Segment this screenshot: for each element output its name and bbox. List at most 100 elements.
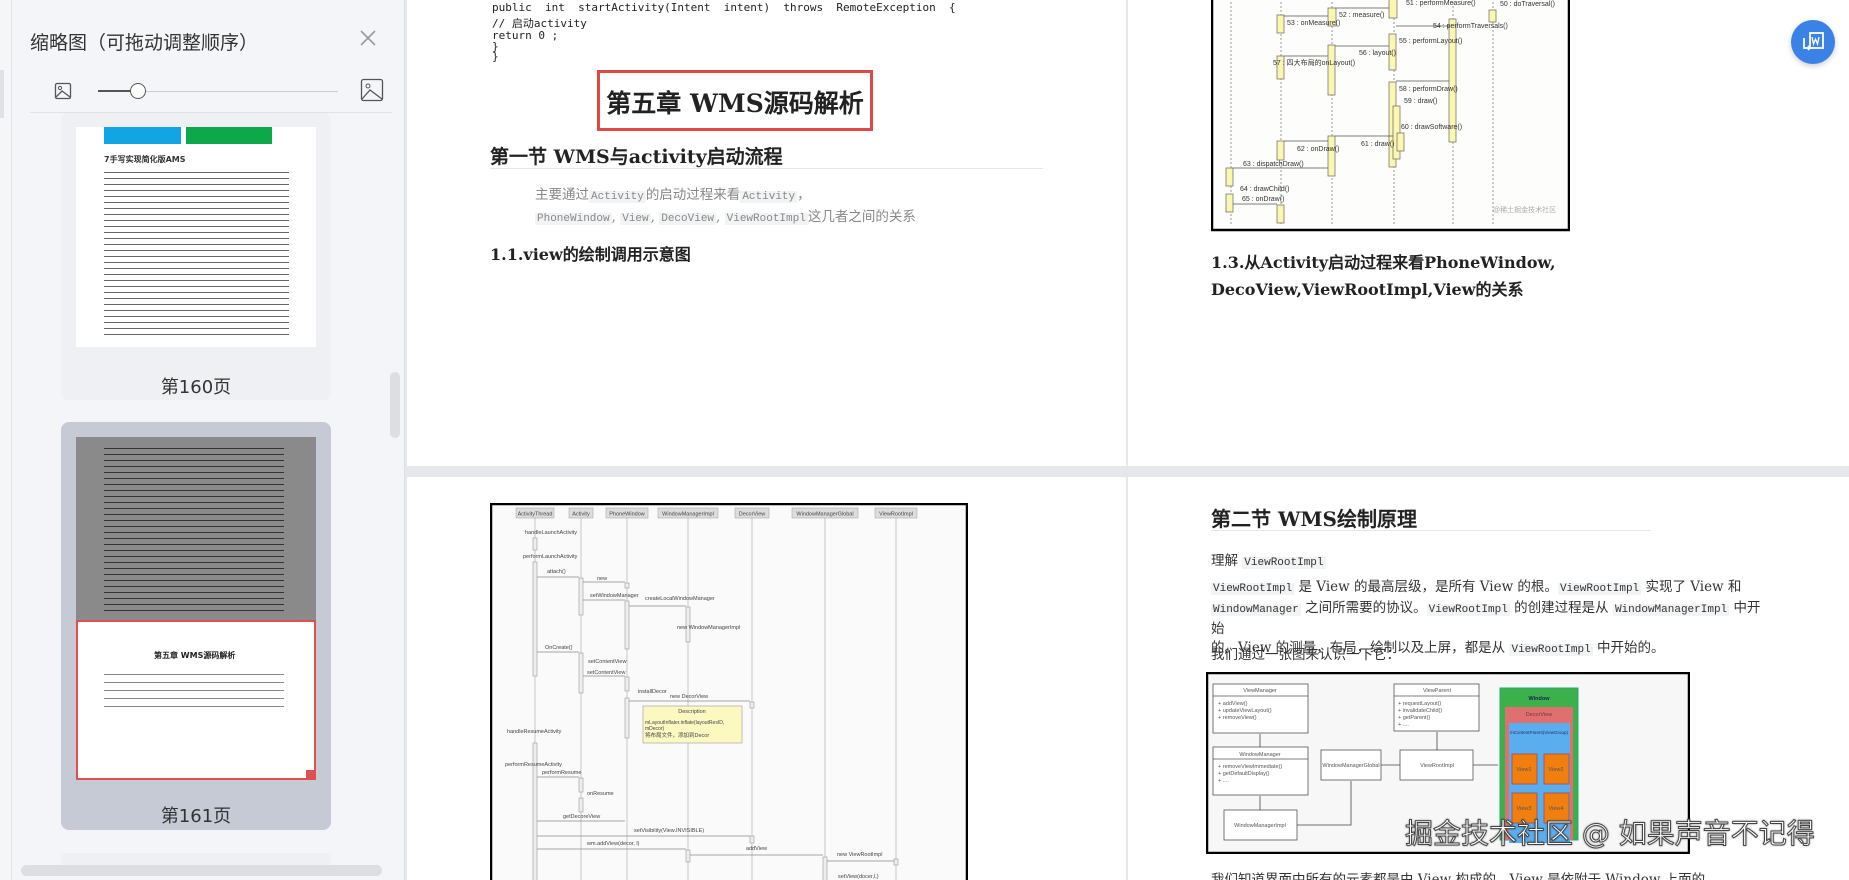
message-label: installDecor [638,689,667,695]
message-label: handleLaunchActivity [525,530,577,536]
lifeline-label: ViewRootImpl [879,512,913,518]
panel-tab-indicator[interactable] [0,70,4,118]
message-label: new ViewRootImpl [837,852,882,858]
diagram-text: Description [678,709,706,715]
diagram-label: 54 : performTraversals() [1433,23,1508,30]
lifeline-label: ActivityThread [518,512,553,518]
message-label: new [597,576,607,582]
code-line: return 0 ; [492,29,559,42]
message-label: setContentView [588,659,626,665]
thumbnail-sidebar: 缩略图（可拖动调整顺序） 7手写实现简化版AMS 第160页 第五章 WMS源码… [12,0,405,880]
code-line: } [492,50,499,63]
diagram-text: mDecor) [645,726,665,732]
diagram-label: 61 : draw() [1361,141,1394,148]
code-line: public int startActivity(Intent intent) … [492,1,956,14]
thumbnail-page-160[interactable]: 7手写实现简化版AMS 第160页 [61,113,331,400]
sidebar-vertical-scrollbar[interactable] [390,372,400,438]
diagram-text: + updateViewLayout() [1218,708,1272,714]
diagram-text: mContentParent(ViewGroup) [1510,730,1568,735]
thumbnail-heading: 第五章 WMS源码解析 [154,651,236,660]
diagram-text: + addView() [1218,701,1248,707]
lifeline-label: WindowManagerImpl [662,512,714,518]
diagram-label: 55 : performLayout() [1399,38,1462,45]
message-label: new DecorView [670,694,708,700]
diagram-text: View1 [1517,767,1532,773]
convert-to-word-button[interactable] [1791,20,1835,64]
thumbnail-image: 7手写实现简化版AMS [76,127,316,347]
message-label: addView [746,846,767,852]
resize-handle[interactable] [306,770,316,780]
diagram-label: 60 : drawSoftware() [1401,124,1462,131]
section-title: 第一节 WMS与activity启动流程 [490,146,783,168]
document-page-161-left: public int startActivity(Intent intent) … [407,0,1126,466]
sidebar-title: 缩略图（可拖动调整顺序） [30,32,259,54]
diagram-label: 59 : draw() [1404,98,1437,105]
thumbnail-label: 第160页 [160,377,232,398]
word-convert-icon [1803,32,1824,51]
message-label: wm.addView(decor, l) [586,841,640,847]
message-label: setWindowManager [590,593,639,599]
heading-underline [490,168,1043,169]
document-page-162-left: ActivityThread Activity PhoneWindow Wind… [407,477,1126,880]
diagram-text: WindowManager [1239,752,1280,758]
diagram-text: ViewManager [1243,688,1277,694]
diagram-text: WindowManagerGlobal [1322,763,1379,769]
message-label: performResume [542,770,581,776]
small-image-icon[interactable] [54,82,72,100]
diagram-text: ViewParent [1423,688,1451,694]
thumbnail-page-161-selected[interactable]: 第五章 WMS源码解析 第161页 [61,422,331,830]
large-image-icon[interactable] [360,78,384,102]
subsection-title: 1.1.view的绘制调用示意图 [490,245,691,264]
diagram-label: 57 : 四大布局的onLayout() [1273,58,1355,67]
diagram-text: ViewRootImpl [1420,763,1454,769]
section-title: 第二节 WMS绘制原理 [1211,507,1418,531]
diagram-text: + getParent() [1398,715,1430,721]
diagram-text: WindowManagerImpl [1234,823,1286,829]
diagram-text: + .... [1218,778,1229,784]
diagram-text: View2 [1549,767,1564,773]
lifeline-label: WindowManagerGlobal [796,512,853,518]
message-label: createLocalWindowManager [645,596,715,602]
message-label: setContentView [587,670,625,676]
lifeline-label: PhoneWindow [609,512,644,518]
understand-line: 理解 ViewRootImpl [1211,553,1326,569]
lifeline-label: DecorView [739,512,766,518]
diagram-text: 将布局文件，添加到Decor [645,731,709,739]
message-label: handleResumeActivity [507,729,562,735]
diagram-text: + getDefaultDisplay() [1218,771,1270,777]
diagram-text: + removeView() [1218,715,1257,721]
diagram-label: 58 : performDraw() [1399,86,1458,93]
watermark-text: 掘金技术社区 @ 如果声音不记得 [1405,817,1816,851]
description-note: Description mLayoutInflater.inflate(layo… [642,705,743,744]
thumbnail-size-slider-row [30,76,390,106]
lifeline-label: Activity [572,512,590,518]
document-page-right: 51 : performMeasure() 52 : measure() 53 … [1128,0,1849,466]
message-label: setVisibility(View.INVISIBLE) [634,828,704,834]
close-icon[interactable] [356,26,380,50]
chapter-title: 第五章 WMS源码解析 [606,89,864,118]
thumbnail-label: 第161页 [160,806,232,827]
paragraph: 我们知道界面中所有的元素都是由 View 构成的，View 是依附于 Windo… [1211,872,1719,880]
diagram-text: Window [1528,696,1550,702]
diagram-text: DecorView [1526,712,1553,718]
message-label: setView(docer,l,) [838,874,879,880]
thumbnail-image: 第五章 WMS源码解析 [76,437,316,780]
diagram-label: 63 : dispatchDraw() [1243,161,1304,168]
visible-region-frame[interactable]: 第五章 WMS源码解析 [76,620,316,780]
diagram-label: 51 : performMeasure() [1406,0,1476,7]
activity-launch-sequence-diagram: ActivityThread Activity PhoneWindow Wind… [490,503,968,880]
diagram-text: + removeViewImmediate() [1218,764,1282,770]
message-label: performLaunchActivity [523,554,578,560]
diagram-watermark: @稀土掘金技术社区 [1493,205,1556,214]
diagram-text: + requestLayout() [1398,701,1441,707]
thumbnail-next-partial[interactable] [61,853,331,865]
message-label: getDecoreView [563,814,600,820]
slider-knob[interactable] [130,83,146,99]
message-label: attach() [547,569,566,575]
sidebar-horizontal-scrollbar[interactable] [21,865,382,876]
diagram-label: 64 : drawChild() [1240,186,1289,193]
intro-paragraph: 主要通过 Activity 的启动过程来看 Activity， PhoneWindow… [535,187,916,225]
diagram-label: 56 : layout() [1359,50,1396,57]
thumbnail-heading: 7手写实现简化版AMS [104,155,186,164]
diagram-text: + .... [1398,722,1409,728]
